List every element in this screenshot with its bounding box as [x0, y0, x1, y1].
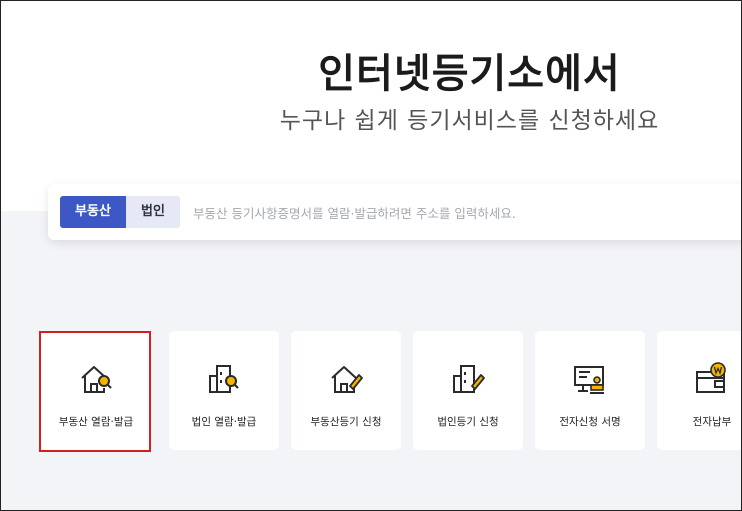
- service-label: 전자신청 서명: [559, 416, 621, 428]
- service-label: 부동산등기 신청: [310, 416, 382, 428]
- service-tile-corp-apply[interactable]: 법인등기 신청: [413, 331, 523, 450]
- service-tile-e-payment[interactable]: 전자납부: [657, 331, 741, 450]
- service-label: 부동산 열람·발급: [58, 416, 134, 428]
- hero-subtitle: 누구나 쉽게 등기서비스를 신청하세요: [279, 108, 660, 134]
- search-card: 부동산 법인: [48, 184, 741, 240]
- page-frame: 인터넷등기소에서 누구나 쉽게 등기서비스를 신청하세요 부동산 법인 부동산 …: [0, 0, 742, 511]
- tab-real-estate[interactable]: 부동산: [60, 196, 126, 228]
- hero-title: 인터넷등기소에서: [318, 51, 621, 97]
- service-label: 전자납부: [692, 416, 732, 428]
- service-tile-real-estate-view[interactable]: 부동산 열람·발급: [41, 331, 151, 450]
- address-search-input[interactable]: [191, 197, 741, 229]
- service-label: 법인등기 신청: [437, 416, 499, 428]
- service-tile-real-estate-apply[interactable]: 부동산등기 신청: [291, 331, 401, 450]
- tab-corporation[interactable]: 법인: [126, 196, 180, 228]
- service-tile-corp-view[interactable]: 법인 열람·발급: [169, 331, 279, 450]
- service-tile-e-sign[interactable]: 전자신청 서명: [535, 331, 645, 450]
- service-label: 법인 열람·발급: [191, 416, 257, 428]
